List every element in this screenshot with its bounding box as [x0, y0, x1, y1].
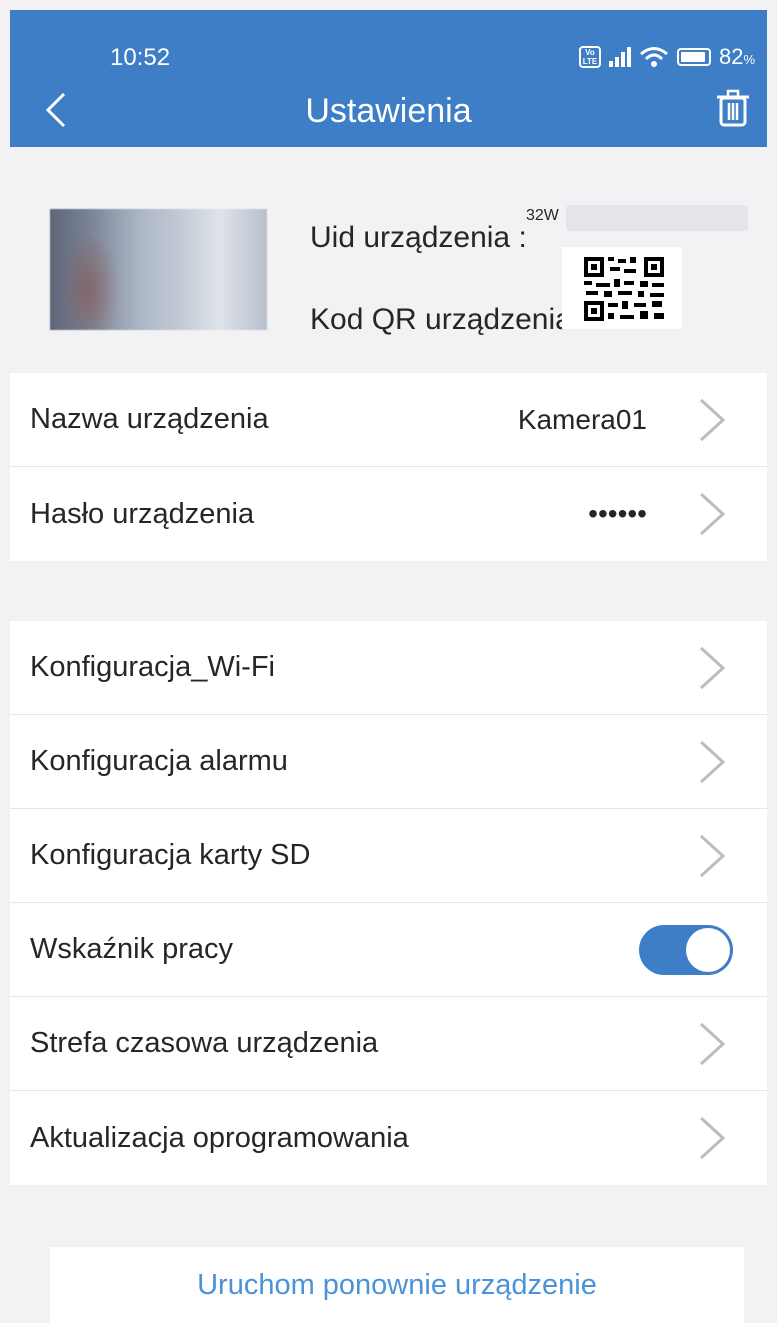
chevron-right-icon	[699, 398, 726, 442]
chevron-right-icon	[699, 492, 726, 536]
row-sd-card-config[interactable]: Konfiguracja karty SD	[10, 809, 767, 903]
chevron-right-icon	[699, 834, 726, 878]
uid-value: 32W	[526, 207, 559, 224]
row-wifi-config[interactable]: Konfiguracja_Wi-Fi	[10, 621, 767, 715]
row-work-indicator: Wskaźnik pracy	[10, 903, 767, 997]
trash-icon[interactable]	[713, 88, 753, 128]
row-label: Konfiguracja_Wi-Fi	[30, 651, 275, 683]
uid-label: Uid urządzenia :	[310, 221, 527, 254]
qr-code[interactable]	[562, 247, 682, 329]
device-settings-group: Nazwa urządzenia Kamera01 Hasło urządzen…	[10, 373, 767, 561]
chevron-right-icon	[699, 740, 726, 784]
work-indicator-toggle[interactable]	[639, 925, 733, 975]
row-label: Aktualizacja oprogramowania	[30, 1121, 409, 1154]
battery-icon	[676, 48, 711, 66]
row-label: Strefa czasowa urządzenia	[30, 1027, 379, 1059]
row-alarm-config[interactable]: Konfiguracja alarmu	[10, 715, 767, 809]
qr-label: Kod QR urządzenia:	[310, 303, 581, 336]
status-icons: Vo LTE 82%	[578, 44, 755, 70]
wifi-icon	[639, 47, 668, 67]
device-password-value: ••••••	[588, 498, 647, 529]
restart-device-button[interactable]: Uruchom ponownie urządzenie	[50, 1247, 744, 1323]
row-device-password[interactable]: Hasło urządzenia ••••••	[10, 467, 767, 561]
row-timezone[interactable]: Strefa czasowa urządzenia	[10, 997, 767, 1091]
row-label: Konfiguracja karty SD	[30, 839, 311, 871]
camera-thumbnail[interactable]	[50, 209, 267, 330]
chevron-right-icon	[699, 1116, 726, 1160]
app-header: 10:52 Vo LTE 82% Ustawienia	[10, 10, 767, 147]
signal-icon	[608, 47, 631, 67]
row-firmware-update[interactable]: Aktualizacja oprogramowania	[10, 1091, 767, 1185]
toggle-knob	[686, 928, 730, 972]
volte-icon: Vo LTE	[578, 46, 601, 68]
status-time: 10:52	[110, 44, 171, 71]
device-info: Uid urządzenia : 32W Kod QR urządzenia:	[10, 147, 767, 373]
row-device-name[interactable]: Nazwa urządzenia Kamera01	[10, 373, 767, 467]
row-label: Hasło urządzenia	[30, 497, 255, 530]
row-label: Wskaźnik pracy	[30, 933, 234, 965]
row-label: Nazwa urządzenia	[30, 403, 269, 435]
uid-redacted	[566, 205, 748, 231]
battery-percent: 82%	[718, 44, 755, 69]
chevron-right-icon	[699, 1022, 726, 1066]
row-label: Konfiguracja alarmu	[30, 745, 288, 777]
configuration-group: Konfiguracja_Wi-Fi Konfiguracja alarmu K…	[10, 621, 767, 1185]
device-name-value: Kamera01	[517, 403, 647, 435]
page-title: Ustawienia	[305, 92, 472, 130]
chevron-right-icon	[699, 646, 726, 690]
